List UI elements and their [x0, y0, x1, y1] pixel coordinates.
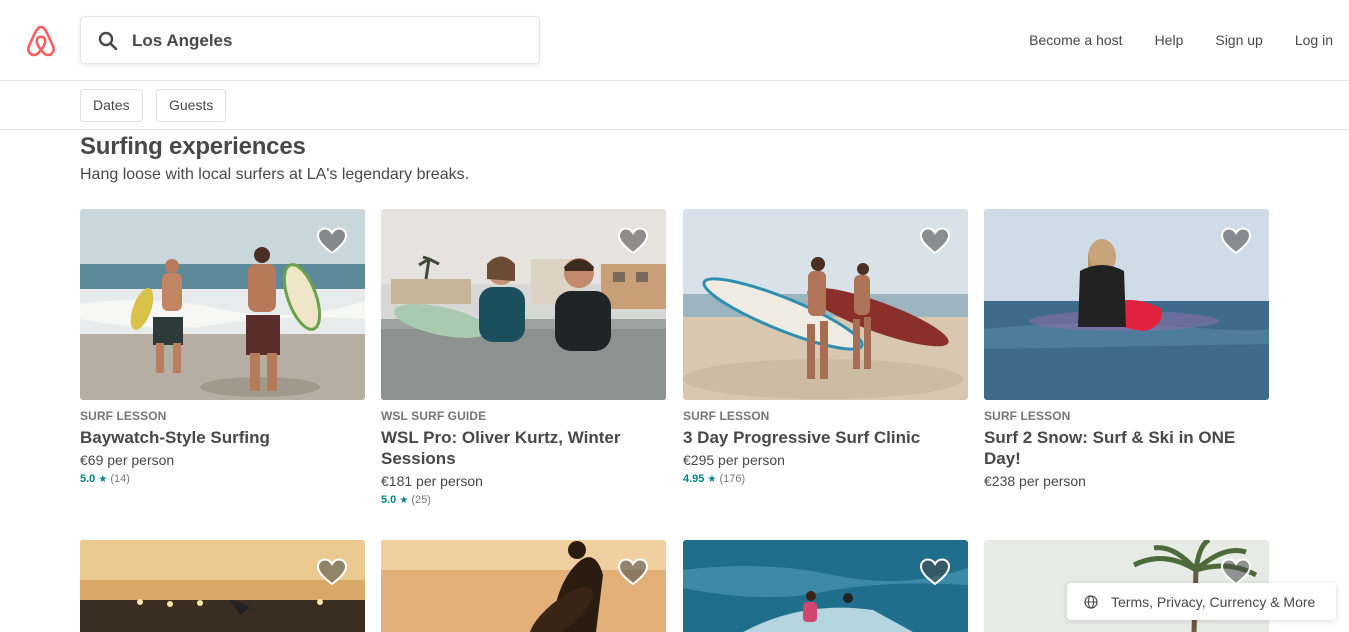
surfer-riding-wave-photo [683, 540, 968, 632]
search-icon [98, 31, 118, 51]
globe-icon [1084, 594, 1098, 609]
become-a-host-link[interactable]: Become a host [1013, 0, 1138, 80]
search-input[interactable] [132, 28, 522, 54]
card-rating: 4.95 ★ (176) [683, 472, 968, 487]
experience-card-photo[interactable] [381, 540, 666, 632]
card-title[interactable]: Baywatch-Style Surfing [80, 427, 365, 448]
filter-bar: Dates Guests [0, 81, 1349, 130]
experience-card[interactable]: SURF LESSON Baywatch-Style Surfing €69 p… [80, 209, 365, 487]
top-header: Become a host Help Sign up Log in [0, 0, 1349, 81]
heart-icon[interactable] [1221, 558, 1251, 586]
experience-card[interactable]: WSL SURF GUIDE WSL Pro: Oliver Kurtz, Wi… [381, 209, 666, 508]
card-photo[interactable] [683, 209, 968, 400]
card-category: SURF LESSON [984, 409, 1071, 423]
heart-icon[interactable] [920, 227, 950, 255]
search-box[interactable] [80, 16, 540, 64]
sign-up-link[interactable]: Sign up [1199, 0, 1278, 80]
surfer-silhouette-sunset-photo [381, 540, 666, 632]
review-count: (25) [411, 494, 431, 506]
card-price: €238 per person [984, 473, 1086, 489]
footer-links-button[interactable]: Terms, Privacy, Currency & More [1067, 583, 1336, 620]
card-price: €181 per person [381, 473, 483, 489]
rating-value: 5.0 [381, 494, 397, 506]
card-photo[interactable] [381, 209, 666, 400]
card-title[interactable]: 3 Day Progressive Surf Clinic [683, 427, 968, 448]
heart-icon[interactable] [618, 558, 648, 586]
card-rating: 5.0 ★ (14) [80, 472, 365, 487]
rating-value: 5.0 [80, 473, 96, 485]
card-price: €295 per person [683, 452, 785, 468]
card-title[interactable]: WSL Pro: Oliver Kurtz, Winter Sessions [381, 427, 666, 469]
experience-card-photo[interactable] [683, 540, 968, 632]
experience-card[interactable]: SURF LESSON 3 Day Progressive Surf Clini… [683, 209, 968, 487]
guests-filter-button[interactable]: Guests [156, 89, 227, 122]
heart-icon[interactable] [920, 558, 950, 586]
card-rating: 5.0 ★ (25) [381, 493, 666, 508]
sunset-surfer-photo [80, 540, 365, 632]
star-icon: ★ [707, 474, 717, 485]
experience-card[interactable]: SURF LESSON Surf 2 Snow: Surf & Ski in O… [984, 209, 1269, 490]
section-title: Surfing experiences [80, 133, 306, 160]
heart-icon[interactable] [618, 227, 648, 255]
card-category: SURF LESSON [683, 409, 770, 423]
log-in-link[interactable]: Log in [1279, 0, 1349, 80]
experience-card-photo[interactable] [80, 540, 365, 632]
dates-filter-button[interactable]: Dates [80, 89, 143, 122]
footer-label: Terms, Privacy, Currency & More [1111, 593, 1316, 610]
card-photo[interactable] [984, 209, 1269, 400]
rating-value: 4.95 [683, 473, 705, 485]
section-subtitle: Hang loose with local surfers at LA's le… [80, 166, 470, 183]
heart-icon[interactable] [317, 558, 347, 586]
star-icon: ★ [399, 495, 409, 506]
card-category: WSL SURF GUIDE [381, 409, 487, 423]
heart-icon[interactable] [1221, 227, 1251, 255]
card-price: €69 per person [80, 452, 175, 468]
card-category: SURF LESSON [80, 409, 167, 423]
help-link[interactable]: Help [1139, 0, 1200, 80]
review-count: (14) [110, 473, 130, 485]
airbnb-logo[interactable] [25, 24, 57, 58]
card-photo[interactable] [80, 209, 365, 400]
review-count: (176) [719, 473, 746, 485]
card-title[interactable]: Surf 2 Snow: Surf & Ski in ONE Day! [984, 427, 1269, 469]
top-nav: Become a host Help Sign up Log in [1013, 0, 1349, 80]
star-icon: ★ [98, 474, 108, 485]
heart-icon[interactable] [317, 227, 347, 255]
